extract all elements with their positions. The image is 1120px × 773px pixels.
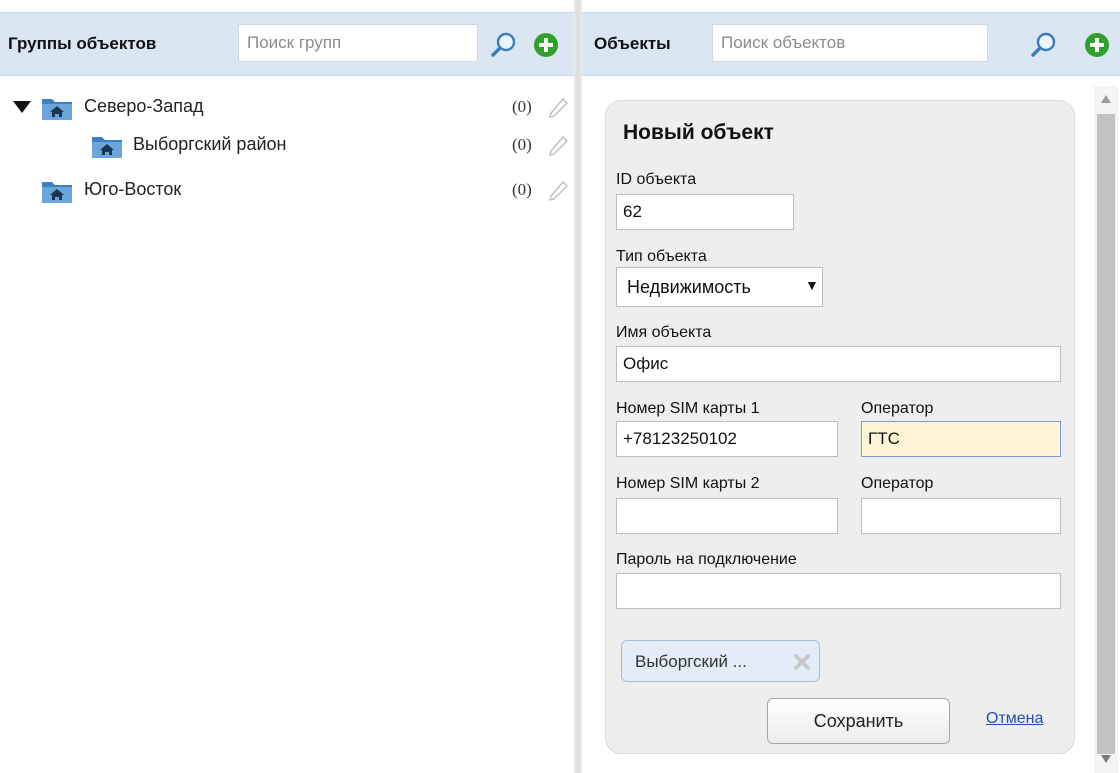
dropdown-arrow-icon: ▼: [805, 277, 819, 293]
folder-icon: [42, 182, 72, 203]
operator1-input[interactable]: [861, 421, 1061, 457]
type-label: Тип объекта: [616, 248, 707, 265]
sim1-input[interactable]: [616, 421, 838, 457]
add-object-icon[interactable]: [1084, 32, 1110, 58]
search-icon[interactable]: [491, 32, 517, 58]
pencil-icon[interactable]: [546, 96, 570, 120]
objects-search-input[interactable]: [712, 24, 988, 62]
password-input[interactable]: [616, 573, 1061, 609]
objects-header: Объекты: [582, 12, 1120, 76]
tree-item-vyborgsky[interactable]: Выборгский район (0): [0, 130, 574, 164]
new-object-form: Новый объект ID объекта Тип объекта Недв…: [605, 100, 1075, 754]
form-title: Новый объект: [623, 121, 774, 144]
add-group-icon[interactable]: [533, 32, 559, 58]
groups-header: Группы объектов: [0, 12, 574, 76]
password-label: Пароль на подключение: [616, 551, 797, 568]
group-tag-label: Выборгский ...: [635, 652, 747, 671]
pencil-icon[interactable]: [546, 179, 570, 203]
name-label: Имя объекта: [616, 324, 712, 341]
folder-icon: [42, 99, 72, 120]
scroll-down-icon[interactable]: [1100, 754, 1112, 764]
sim2-input[interactable]: [616, 498, 838, 534]
groups-panel: Группы объектов Северо-Запад (0): [0, 0, 574, 773]
tree-item-count: (0): [512, 97, 532, 116]
scroll-thumb[interactable]: [1097, 114, 1115, 754]
pencil-icon[interactable]: [546, 134, 570, 158]
cancel-link[interactable]: Отмена: [986, 710, 1043, 728]
save-button[interactable]: Сохранить: [767, 698, 950, 744]
scrollbar[interactable]: [1094, 86, 1118, 773]
group-tag[interactable]: Выборгский ...: [621, 640, 820, 682]
tree-item-label: Выборгский район: [133, 134, 287, 154]
expand-caret-icon[interactable]: [12, 99, 32, 115]
tree-item-count: (0): [512, 180, 532, 199]
panel-splitter[interactable]: [574, 0, 582, 773]
type-select[interactable]: Недвижимость ▼: [616, 267, 823, 307]
sim2-label: Номер SIM карты 2: [616, 475, 760, 492]
operator2-input[interactable]: [861, 498, 1061, 534]
remove-icon[interactable]: [793, 653, 811, 671]
tree-item-count: (0): [512, 135, 532, 154]
sim1-label: Номер SIM карты 1: [616, 400, 760, 417]
tree-item-label: Северо-Запад: [84, 96, 204, 116]
tree-item-yugo-vostok[interactable]: Юго-Восток (0): [0, 175, 574, 209]
name-input[interactable]: [616, 346, 1061, 382]
id-label: ID объекта: [616, 171, 697, 188]
objects-title: Объекты: [594, 34, 671, 53]
folder-icon: [92, 137, 122, 158]
operator1-label: Оператор: [861, 400, 934, 417]
operator2-label: Оператор: [861, 475, 934, 492]
scroll-up-icon[interactable]: [1100, 94, 1112, 104]
groups-title: Группы объектов: [8, 34, 157, 53]
groups-search-input[interactable]: [238, 24, 478, 62]
id-input[interactable]: [616, 194, 794, 230]
objects-panel: Объекты Новый объект ID объекта Тип объе…: [582, 0, 1120, 773]
tree-item-label: Юго-Восток: [84, 179, 182, 199]
tree-item-severo-zapad[interactable]: Северо-Запад (0): [0, 92, 574, 126]
type-select-value: Недвижимость: [627, 277, 751, 297]
search-icon[interactable]: [1031, 32, 1057, 58]
